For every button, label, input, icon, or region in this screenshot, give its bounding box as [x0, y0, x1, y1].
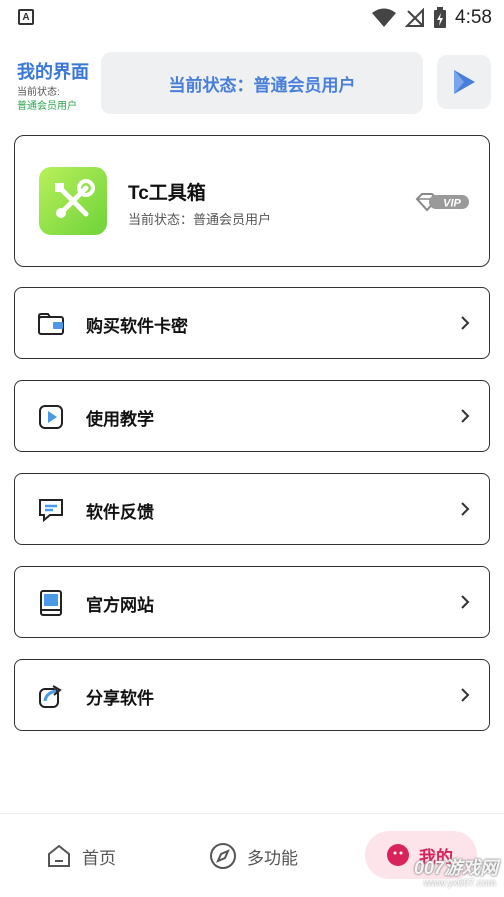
video-play-icon: [37, 403, 65, 431]
page-title: 我的界面: [17, 62, 89, 82]
status-label: 当前状态:: [17, 87, 60, 98]
chevron-right-icon: [461, 316, 470, 330]
header: 我的界面 当前状态: 普通会员用户 当前状态：普通会员用户: [0, 50, 504, 114]
menu-item-website[interactable]: 官方网站: [14, 566, 490, 638]
chevron-right-icon: [461, 688, 470, 702]
app-name: Tc工具箱: [128, 183, 206, 204]
membership-status: 当前状态：普通会员用户: [128, 212, 272, 227]
watermark: 007游戏网: [413, 858, 498, 878]
vip-badge: VIP: [415, 191, 471, 218]
notification-icon: A: [18, 9, 34, 25]
app-icon: [39, 167, 107, 235]
tools-icon: [55, 179, 95, 218]
nav-multi-label: 多功能: [247, 848, 298, 868]
wallet-icon: [37, 310, 65, 338]
chevron-right-icon: [461, 595, 470, 609]
status-value: 普通会员用户: [17, 101, 77, 112]
home-icon: [48, 844, 70, 867]
nav-home-label: 首页: [82, 848, 116, 868]
menu-item-label: 使用教学: [86, 410, 154, 429]
bottom-nav: 首页 多功能 我的 007游戏网 www.yx007.com: [0, 813, 504, 897]
book-icon: [37, 589, 65, 617]
chevron-right-icon: [461, 409, 470, 423]
vip-badge-label: VIP: [443, 198, 461, 210]
notification-icon-letter: A: [22, 11, 30, 23]
menu-item-tutorial[interactable]: 使用教学: [14, 380, 490, 452]
status-icons: 4:58: [371, 6, 492, 30]
nav-home[interactable]: 首页: [46, 834, 116, 878]
menu-item-share[interactable]: 分享软件: [14, 659, 490, 731]
status-banner[interactable]: 当前状态：普通会员用户: [101, 52, 423, 114]
play-icon: [454, 70, 475, 94]
menu-item-feedback[interactable]: 软件反馈: [14, 473, 490, 545]
nav-multi-function[interactable]: 多功能: [209, 834, 298, 878]
message-icon: [37, 496, 65, 524]
user-icon: [387, 844, 409, 866]
share-icon: [37, 682, 65, 710]
menu-item-label: 分享软件: [86, 689, 154, 708]
status-bar: A 4:58: [0, 0, 504, 36]
profile-card[interactable]: Tc工具箱 当前状态：普通会员用户 VIP: [14, 135, 490, 267]
battery-charging-icon: [434, 7, 447, 28]
menu-item-label: 软件反馈: [86, 503, 154, 522]
no-signal-icon: [405, 8, 425, 27]
menu-item-buy-key[interactable]: 购买软件卡密: [14, 287, 490, 359]
wifi-icon: [372, 8, 397, 27]
play-button[interactable]: [437, 55, 491, 109]
menu-item-label: 官方网站: [86, 596, 154, 615]
watermark-url: www.yx007.com: [423, 878, 496, 889]
chevron-right-icon: [461, 502, 470, 516]
clock: 4:58: [455, 7, 492, 28]
compass-icon: [210, 843, 236, 869]
menu-item-label: 购买软件卡密: [86, 317, 188, 336]
